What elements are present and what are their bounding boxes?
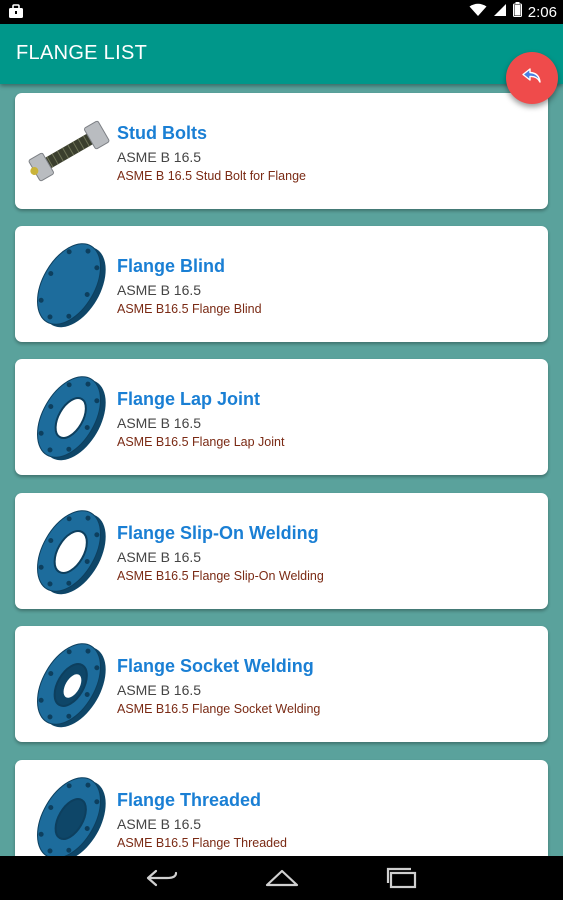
list-item[interactable]: Flange Slip-On Welding ASME B 16.5 ASME … [15, 493, 548, 609]
signal-icon [493, 3, 507, 22]
recents-icon[interactable] [382, 864, 422, 892]
item-standard: ASME B 16.5 [117, 682, 202, 698]
briefcase-icon [8, 4, 24, 24]
item-standard: ASME B 16.5 [117, 816, 202, 832]
clock-time: 2:06 [527, 3, 557, 21]
list-item[interactable]: Stud Bolts ASME B 16.5 ASME B 16.5 Stud … [15, 93, 548, 209]
flange-threaded-icon [23, 770, 115, 856]
item-description: ASME B 16.5 Stud Bolt for Flange [117, 169, 306, 183]
list-item[interactable]: Flange Blind ASME B 16.5 ASME B16.5 Flan… [15, 226, 548, 342]
page-title: FLANGE LIST [16, 42, 148, 64]
item-description: ASME B16.5 Flange Socket Welding [117, 702, 321, 716]
stud-bolt-icon [23, 103, 115, 199]
status-bar: 2:06 [0, 0, 563, 24]
battery-icon [512, 2, 522, 22]
back-icon[interactable] [142, 864, 182, 892]
undo-arrow-icon [521, 67, 543, 90]
list-item[interactable]: Flange Threaded ASME B 16.5 ASME B16.5 F… [15, 760, 548, 856]
flange-lap-joint-icon [23, 369, 115, 465]
item-standard: ASME B 16.5 [117, 149, 202, 165]
list-item[interactable]: Flange Lap Joint ASME B 16.5 ASME B16.5 … [15, 359, 548, 475]
item-title: Flange Blind [117, 256, 225, 276]
item-standard: ASME B 16.5 [117, 549, 202, 565]
item-standard: ASME B 16.5 [117, 282, 202, 298]
system-nav-bar [0, 856, 563, 900]
item-title: Flange Lap Joint [117, 389, 261, 409]
flange-slip-on-icon [23, 503, 115, 599]
item-description: ASME B16.5 Flange Threaded [117, 836, 288, 850]
wifi-icon [469, 3, 487, 22]
item-description: ASME B16.5 Flange Blind [117, 302, 262, 316]
flange-socket-icon [23, 636, 115, 732]
flange-blind-icon [23, 236, 115, 332]
item-title: Flange Socket Welding [117, 656, 314, 676]
undo-fab-button[interactable] [506, 52, 558, 104]
item-description: ASME B16.5 Flange Lap Joint [117, 435, 285, 449]
item-standard: ASME B 16.5 [117, 415, 202, 431]
item-description: ASME B16.5 Flange Slip-On Welding [117, 569, 324, 583]
app-toolbar: FLANGE LIST [0, 24, 563, 84]
item-title: Flange Slip-On Welding [117, 523, 319, 543]
home-icon[interactable] [262, 864, 302, 892]
item-title: Stud Bolts [117, 123, 207, 143]
list-item[interactable]: Flange Socket Welding ASME B 16.5 ASME B… [15, 626, 548, 742]
flange-list[interactable]: Stud Bolts ASME B 16.5 ASME B 16.5 Stud … [0, 84, 563, 856]
item-title: Flange Threaded [117, 790, 262, 810]
